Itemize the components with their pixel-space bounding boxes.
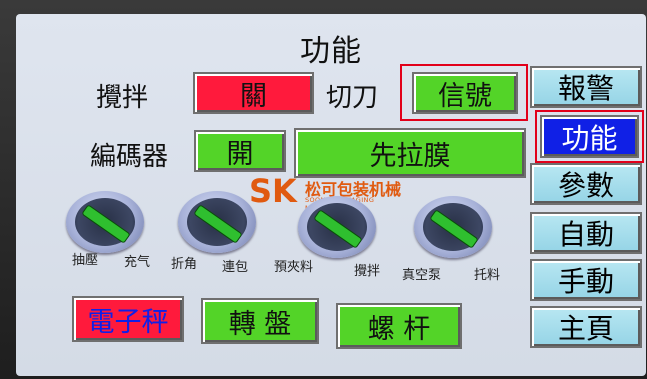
dial-label: 預夾料 [274,260,314,275]
sidebar-params-button[interactable]: 參數 [530,163,642,205]
encoder-label: 編碼器 [90,142,169,172]
dial-label: 連包 [222,260,249,275]
dial-label: 托料 [474,268,501,283]
encoder-toggle-button[interactable]: 開 [194,130,286,172]
sidebar-auto-button[interactable]: 自動 [530,212,642,254]
dial-indicator [193,204,243,244]
dial-switch-2[interactable] [178,191,256,253]
sidebar-home-button[interactable]: 主頁 [530,306,642,348]
electronic-scale-button[interactable]: 電子秤 [72,296,184,342]
sidebar-alarm-button[interactable]: 報警 [530,66,642,108]
dial-label: 攪拌 [354,264,381,279]
dial-label: 真空泵 [402,268,442,283]
dial-label: 充气 [124,255,151,270]
sidebar-function-button[interactable]: 功能 [540,115,639,158]
cutter-signal-button[interactable]: 信號 [412,72,518,114]
dial-switch-4[interactable] [414,196,492,258]
dial-switch-3[interactable] [298,196,376,258]
prepull-film-button[interactable]: 先拉膜 [294,128,526,178]
dial-indicator [313,209,363,249]
watermark-mark: SK [249,172,297,210]
dial-label: 抽壓 [72,253,99,268]
dial-label: 折角 [171,257,198,272]
dial-indicator [81,204,131,244]
screw-button[interactable]: 螺 杆 [336,303,462,349]
stir-toggle-button[interactable]: 關 [193,72,314,114]
stir-label: 攪拌 [96,83,149,113]
turntable-button[interactable]: 轉 盤 [201,298,319,344]
cutter-label: 切刀 [326,83,379,113]
sidebar-manual-button[interactable]: 手動 [530,259,642,301]
page-title: 功能 [300,34,362,69]
dial-indicator [429,209,479,249]
dial-switch-1[interactable] [66,191,144,253]
